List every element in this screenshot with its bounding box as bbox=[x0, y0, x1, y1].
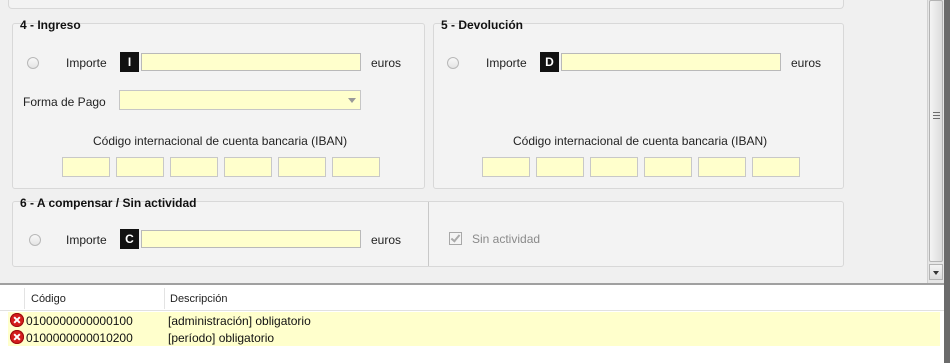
grid-header: Código Descripción bbox=[0, 285, 944, 311]
section-ingreso-legend: 4 - Ingreso bbox=[20, 18, 81, 32]
row-code: 0100000000010200 bbox=[26, 331, 133, 345]
row-code: 0100000000000100 bbox=[26, 314, 133, 328]
scrollbar-thumb[interactable] bbox=[929, 0, 943, 262]
row-description: [período] obligatorio bbox=[168, 331, 275, 345]
devolucion-iban-field-1[interactable] bbox=[482, 157, 530, 177]
vertical-scrollbar[interactable] bbox=[927, 0, 945, 283]
section-devolucion-legend: 5 - Devolución bbox=[441, 18, 524, 32]
chevron-down-icon bbox=[348, 98, 356, 103]
column-separator bbox=[24, 288, 25, 309]
devolucion-iban-field-4[interactable] bbox=[644, 157, 692, 177]
column-separator bbox=[164, 288, 165, 309]
ingreso-radio[interactable] bbox=[27, 57, 39, 69]
table-row[interactable]: 0100000000010200 [período] obligatorio bbox=[8, 329, 940, 346]
arrow-down-icon bbox=[933, 271, 939, 275]
scroll-down-button[interactable] bbox=[929, 264, 943, 280]
sin-actividad-checkbox[interactable] bbox=[449, 232, 462, 245]
devolucion-iban-field-3[interactable] bbox=[590, 157, 638, 177]
devolucion-iban-field-6[interactable] bbox=[752, 157, 800, 177]
devolucion-currency-label: euros bbox=[791, 56, 822, 70]
devolucion-iban-field-5[interactable] bbox=[698, 157, 746, 177]
column-header-codigo[interactable]: Código bbox=[31, 293, 66, 305]
compensar-importe-label: Importe bbox=[66, 233, 107, 247]
devolucion-iban-label: Código internacional de cuenta bancaria … bbox=[513, 134, 768, 148]
devolucion-code-box: D bbox=[540, 52, 559, 72]
column-header-descripcion[interactable]: Descripción bbox=[170, 293, 227, 305]
devolucion-importe-label: Importe bbox=[486, 56, 527, 70]
ingreso-iban-field-4[interactable] bbox=[224, 157, 272, 177]
ingreso-iban-field-6[interactable] bbox=[332, 157, 380, 177]
compensar-importe-input[interactable] bbox=[141, 230, 361, 248]
section-compensar-divider bbox=[428, 202, 429, 266]
window-edge bbox=[944, 0, 950, 363]
ingreso-code-box: I bbox=[120, 52, 139, 72]
section-compensar-legend: 6 - A compensar / Sin actividad bbox=[20, 196, 197, 210]
ingreso-importe-input[interactable] bbox=[141, 53, 361, 71]
ingreso-iban-field-2[interactable] bbox=[116, 157, 164, 177]
ingreso-iban-field-3[interactable] bbox=[170, 157, 218, 177]
ingreso-currency-label: euros bbox=[371, 56, 402, 70]
compensar-code-box: C bbox=[120, 229, 139, 249]
compensar-radio[interactable] bbox=[29, 234, 41, 246]
ingreso-iban-field-1[interactable] bbox=[62, 157, 110, 177]
forma-pago-label: Forma de Pago bbox=[23, 95, 106, 109]
table-row[interactable]: 0100000000000100 [administración] obliga… bbox=[8, 312, 940, 329]
forma-pago-select[interactable] bbox=[119, 90, 361, 110]
devolucion-importe-input[interactable] bbox=[561, 53, 781, 71]
validation-grid: Código Descripción 0100000000000100 [adm… bbox=[0, 285, 944, 363]
compensar-currency-label: euros bbox=[371, 233, 402, 247]
ingreso-iban-field-5[interactable] bbox=[278, 157, 326, 177]
error-icon bbox=[10, 330, 24, 344]
error-icon bbox=[10, 313, 24, 327]
checkmark-icon bbox=[450, 232, 461, 243]
ingreso-iban-label: Código internacional de cuenta bancaria … bbox=[93, 134, 348, 148]
grip-line-icon bbox=[933, 118, 940, 119]
sin-actividad-label: Sin actividad bbox=[472, 232, 541, 246]
row-description: [administración] obligatorio bbox=[168, 314, 311, 328]
form-area: 4 - Ingreso Importe I euros Forma de Pag… bbox=[0, 0, 927, 283]
grip-line-icon bbox=[933, 115, 940, 116]
devolucion-iban-field-2[interactable] bbox=[536, 157, 584, 177]
devolucion-radio[interactable] bbox=[447, 57, 459, 69]
previous-section-edge bbox=[8, 0, 844, 9]
ingreso-importe-label: Importe bbox=[66, 56, 107, 70]
grip-line-icon bbox=[933, 112, 940, 113]
